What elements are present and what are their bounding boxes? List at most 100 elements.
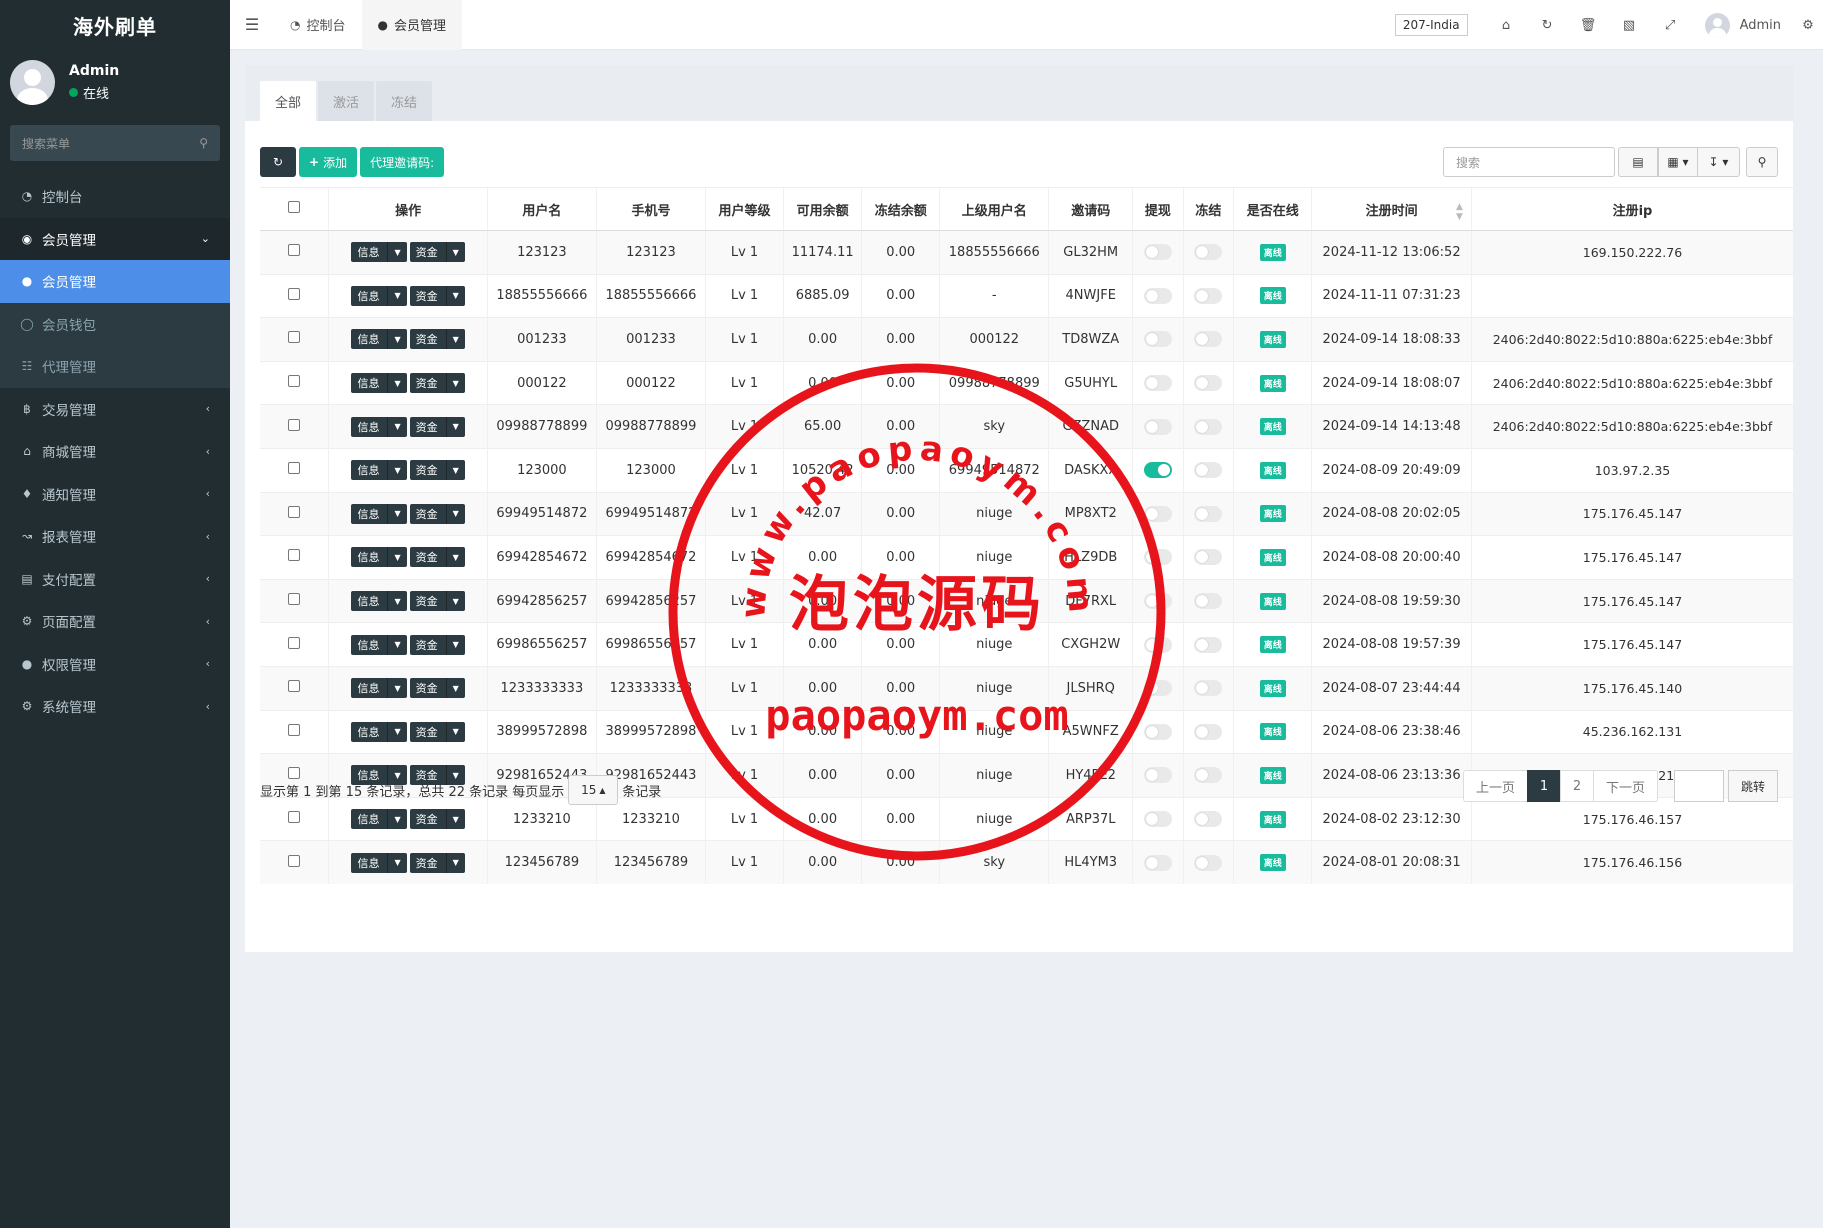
info-dropdown-button[interactable]: 信息 ▼ (351, 242, 407, 263)
select-all-checkbox[interactable] (288, 201, 301, 213)
fund-dropdown-button[interactable]: 资金 ▼ (409, 852, 465, 873)
freeze-toggle[interactable] (1194, 854, 1223, 871)
col-header[interactable]: 冻结余额 (861, 187, 940, 231)
row-checkbox[interactable] (288, 723, 301, 736)
refresh-icon[interactable]: ↻ (1527, 18, 1568, 33)
jump-button[interactable]: 跳转 (1727, 770, 1778, 802)
info-dropdown-button[interactable]: 信息 ▼ (351, 852, 407, 873)
trash-icon[interactable]: 🗑 (1568, 18, 1609, 33)
col-header[interactable]: 用户等级 (704, 187, 784, 231)
col-header[interactable]: 冻结 (1182, 187, 1234, 231)
fund-dropdown-button[interactable]: 资金 ▼ (409, 503, 465, 524)
sidebar-item[interactable]: ◉ 会员管理 ⌄ (0, 217, 230, 260)
sidebar-item[interactable]: ☷ 代理管理 (0, 345, 230, 388)
tab-all[interactable]: 全部 (260, 81, 317, 121)
info-dropdown-button[interactable]: 信息 ▼ (351, 503, 407, 524)
sidebar-item[interactable]: ● 权限管理 ‹ (0, 643, 230, 686)
withdraw-toggle[interactable] (1143, 331, 1172, 348)
row-select-cell[interactable] (260, 273, 329, 318)
info-dropdown-button[interactable]: 信息 ▼ (351, 634, 407, 655)
select-all-cell[interactable] (260, 187, 329, 231)
withdraw-toggle[interactable] (1143, 375, 1172, 392)
freeze-toggle[interactable] (1194, 593, 1223, 610)
sidebar-item[interactable]: ▤ 支付配置 ‹ (0, 558, 230, 601)
fund-dropdown-button[interactable]: 资金 ▼ (409, 460, 465, 481)
sidebar-item[interactable]: ◯ 会员钱包 (0, 302, 230, 345)
withdraw-toggle[interactable] (1143, 593, 1172, 610)
info-dropdown-button[interactable]: 信息 ▼ (351, 416, 407, 437)
info-dropdown-button[interactable]: 信息 ▼ (351, 373, 407, 394)
info-dropdown-button[interactable]: 信息 ▼ (351, 678, 407, 699)
app-logo[interactable]: 海外刷单 (0, 0, 230, 50)
fullscreen-icon[interactable]: ⤢ (1650, 18, 1691, 33)
tab-dashboard[interactable]: ◔ 控制台 (274, 0, 362, 50)
region-selector[interactable]: 207-India (1394, 14, 1468, 36)
row-select-cell[interactable] (260, 840, 329, 885)
fund-dropdown-button[interactable]: 资金 ▼ (409, 678, 465, 699)
advanced-search-button[interactable]: ⚲ (1746, 147, 1778, 177)
sidebar-item[interactable]: ♦ 通知管理 ‹ (0, 473, 230, 516)
withdraw-toggle[interactable] (1143, 549, 1172, 566)
tab-member[interactable]: ● 会员管理 (361, 0, 462, 50)
freeze-toggle[interactable] (1194, 680, 1223, 697)
translate-icon[interactable]: ▧ (1609, 18, 1650, 33)
jump-page-input[interactable] (1673, 770, 1724, 802)
col-header[interactable]: 是否在线 (1233, 187, 1312, 231)
row-checkbox[interactable] (288, 505, 301, 518)
search-input[interactable]: 搜索 (1443, 147, 1615, 177)
topbar-user[interactable]: Admin (1704, 12, 1781, 38)
row-select-cell[interactable] (260, 447, 329, 493)
row-select-cell[interactable] (260, 360, 329, 405)
col-header[interactable]: 注册ip (1470, 187, 1793, 231)
row-checkbox[interactable] (288, 331, 301, 344)
sidebar-item[interactable]: ● 会员管理 (0, 260, 230, 303)
row-checkbox[interactable] (288, 593, 301, 606)
withdraw-toggle[interactable] (1143, 723, 1172, 740)
row-checkbox[interactable] (288, 375, 301, 388)
withdraw-toggle[interactable] (1143, 244, 1172, 261)
info-dropdown-button[interactable]: 信息 ▼ (351, 460, 407, 481)
row-checkbox[interactable] (288, 636, 301, 649)
freeze-toggle[interactable] (1194, 287, 1223, 304)
prev-page-button[interactable]: 上一页 (1462, 770, 1528, 802)
fund-dropdown-button[interactable]: 资金 ▼ (409, 285, 465, 306)
withdraw-toggle[interactable] (1143, 287, 1172, 304)
withdraw-toggle[interactable] (1143, 680, 1172, 697)
fund-dropdown-button[interactable]: 资金 ▼ (409, 242, 465, 263)
row-select-cell[interactable] (260, 230, 329, 275)
sidebar-item[interactable]: ⚙ 页面配置 ‹ (0, 600, 230, 643)
freeze-toggle[interactable] (1194, 505, 1223, 522)
menu-toggle-icon[interactable]: ☰ (230, 0, 274, 50)
row-checkbox[interactable] (288, 244, 301, 257)
row-checkbox[interactable] (288, 680, 301, 693)
row-checkbox[interactable] (288, 462, 301, 475)
per-page-select[interactable]: 15 ▲ (568, 775, 619, 805)
sidebar-item[interactable]: ฿ 交易管理 ‹ (0, 388, 230, 431)
freeze-toggle[interactable] (1194, 462, 1223, 479)
freeze-toggle[interactable] (1194, 549, 1223, 566)
freeze-toggle[interactable] (1194, 375, 1223, 392)
row-checkbox[interactable] (288, 811, 301, 824)
freeze-toggle[interactable] (1194, 723, 1223, 740)
row-checkbox[interactable] (288, 418, 301, 431)
freeze-toggle[interactable] (1194, 636, 1223, 653)
sidebar-search-input[interactable]: 搜索菜单 (22, 135, 70, 152)
col-header[interactable]: 上级用户名 (939, 187, 1049, 231)
withdraw-toggle[interactable] (1143, 811, 1172, 828)
col-header[interactable]: 邀请码 (1048, 187, 1133, 231)
info-dropdown-button[interactable]: 信息 ▼ (351, 721, 407, 742)
toggle-view-button[interactable]: ▤ (1618, 147, 1658, 177)
add-button[interactable]: + 添加 (299, 147, 358, 177)
info-dropdown-button[interactable]: 信息 ▼ (351, 285, 407, 306)
fund-dropdown-button[interactable]: 资金 ▼ (409, 373, 465, 394)
freeze-toggle[interactable] (1194, 331, 1223, 348)
info-dropdown-button[interactable]: 信息 ▼ (351, 591, 407, 612)
home-icon[interactable]: ⌂ (1486, 18, 1527, 33)
tab-frozen[interactable]: 冻结 (376, 81, 433, 121)
withdraw-toggle[interactable] (1143, 462, 1172, 479)
row-checkbox[interactable] (288, 549, 301, 562)
row-checkbox[interactable] (288, 854, 301, 867)
next-page-button[interactable]: 下一页 (1592, 770, 1658, 802)
col-header[interactable]: 手机号 (595, 187, 706, 231)
fund-dropdown-button[interactable]: 资金 ▼ (409, 591, 465, 612)
